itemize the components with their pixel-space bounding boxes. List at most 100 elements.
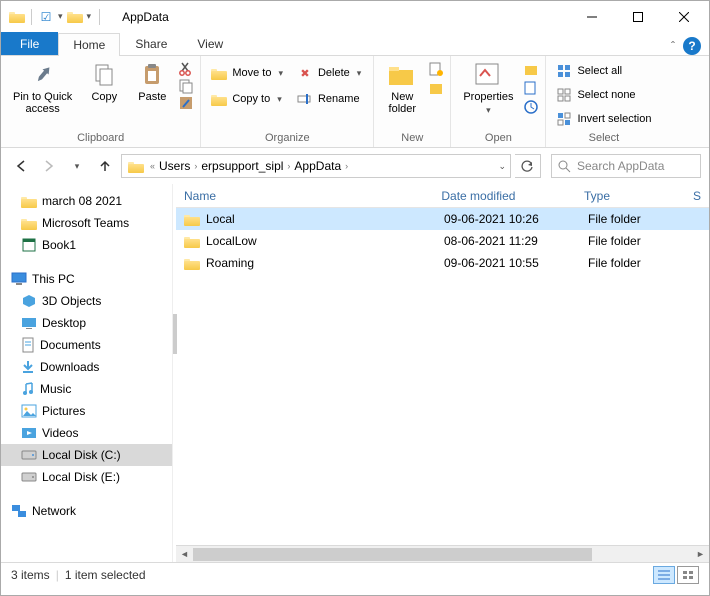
rename-icon	[297, 91, 313, 107]
qat-dropdown[interactable]: ▾	[56, 11, 65, 22]
select-all-button[interactable]: Select all	[552, 61, 655, 81]
cut-icon[interactable]	[178, 61, 194, 77]
window-title: AppData	[104, 10, 569, 24]
qat-divider-2	[99, 9, 100, 25]
pin-to-quick-access-button[interactable]: Pin to Quick access	[7, 59, 78, 125]
paste-icon	[136, 61, 168, 89]
tab-share[interactable]: Share	[120, 32, 182, 55]
table-row[interactable]: Roaming 09-06-2021 10:55 File folder	[176, 252, 709, 274]
new-folder-button[interactable]: New folder	[380, 59, 424, 125]
pin-icon	[27, 61, 59, 89]
col-type[interactable]: Type	[576, 189, 685, 203]
nav-forward-button[interactable]	[37, 154, 61, 178]
folder-icon	[184, 213, 200, 226]
group-open-label: Open	[457, 132, 539, 146]
minimize-button[interactable]	[569, 2, 615, 32]
new-folder-icon	[386, 61, 418, 89]
qat-properties-icon[interactable]: ☑	[38, 9, 54, 25]
addr-folder-icon	[128, 160, 144, 173]
copy-to-button[interactable]: Copy to▾	[207, 89, 289, 109]
view-large-icons-button[interactable]	[677, 566, 699, 584]
paste-shortcut-icon[interactable]	[178, 95, 194, 111]
copy-path-icon[interactable]	[178, 78, 194, 94]
tab-view[interactable]: View	[182, 32, 238, 55]
nav-recent-dropdown[interactable]: ▾	[65, 154, 89, 178]
scroll-right-button[interactable]: ►	[692, 546, 709, 563]
tab-file[interactable]: File	[1, 32, 58, 55]
paste-button[interactable]: Paste	[130, 59, 174, 125]
search-icon	[558, 160, 571, 173]
open-icon[interactable]	[523, 61, 539, 77]
tree-item[interactable]: Local Disk (C:)	[1, 444, 172, 466]
col-name[interactable]: Name	[176, 189, 433, 203]
maximize-button[interactable]	[615, 2, 661, 32]
copy-button[interactable]: Copy	[82, 59, 126, 125]
tree-item[interactable]: Music	[1, 378, 172, 400]
invert-selection-icon	[556, 111, 572, 127]
group-clipboard-label: Clipboard	[7, 132, 194, 146]
column-headers[interactable]: Name Date modified Type S	[176, 184, 709, 208]
copy-icon	[88, 61, 120, 89]
select-all-icon	[556, 63, 572, 79]
new-item-icon[interactable]	[428, 61, 444, 77]
copy-to-icon	[211, 91, 227, 107]
tree-item[interactable]: Downloads	[1, 356, 172, 378]
tree-item[interactable]: march 08 2021	[1, 190, 172, 212]
folder-icon	[184, 257, 200, 270]
addr-dropdown[interactable]: ⌄	[496, 161, 508, 172]
group-organize-label: Organize	[207, 132, 367, 146]
delete-icon: ✖	[297, 65, 313, 81]
tree-item[interactable]: 3D Objects	[1, 290, 172, 312]
tree-network[interactable]: Network	[1, 500, 172, 522]
delete-button[interactable]: ✖Delete▾	[293, 63, 367, 83]
tree-this-pc[interactable]: This PC	[1, 268, 172, 290]
move-to-button[interactable]: Move to▾	[207, 63, 289, 83]
tree-item[interactable]: Desktop	[1, 312, 172, 334]
history-icon[interactable]	[523, 99, 539, 115]
select-none-button[interactable]: Select none	[552, 85, 655, 105]
help-button[interactable]: ?	[683, 37, 701, 55]
easy-access-icon[interactable]	[428, 80, 444, 96]
scroll-left-button[interactable]: ◄	[176, 546, 193, 563]
search-input[interactable]: Search AppData	[551, 154, 701, 178]
app-folder-icon	[9, 10, 25, 23]
close-button[interactable]	[661, 2, 707, 32]
move-to-icon	[211, 65, 227, 81]
properties-icon	[472, 61, 504, 89]
invert-selection-button[interactable]: Invert selection	[552, 109, 655, 129]
nav-up-button[interactable]	[93, 154, 117, 178]
tree-item[interactable]: Pictures	[1, 400, 172, 422]
select-none-icon	[556, 87, 572, 103]
address-bar[interactable]: « Users› erpsupport_sipl› AppData› ⌄	[121, 154, 511, 178]
status-item-count: 3 items	[11, 568, 50, 582]
refresh-button[interactable]	[515, 154, 541, 178]
tree-item[interactable]: Book1	[1, 234, 172, 256]
properties-button[interactable]: Properties ▾	[457, 59, 519, 125]
tree-item[interactable]: Microsoft Teams	[1, 212, 172, 234]
tree-item[interactable]: Local Disk (E:)	[1, 466, 172, 488]
tree-splitter[interactable]	[172, 184, 176, 562]
rename-button[interactable]: Rename	[293, 89, 367, 109]
col-size[interactable]: S	[685, 189, 709, 203]
table-row[interactable]: Local 09-06-2021 10:26 File folder	[176, 208, 709, 230]
edit-icon[interactable]	[523, 80, 539, 96]
ribbon-collapse-icon[interactable]: ˆ	[671, 39, 675, 53]
addr-overflow[interactable]: «	[148, 161, 157, 171]
qat-folder-icon	[67, 10, 83, 23]
nav-back-button[interactable]	[9, 154, 33, 178]
tab-home[interactable]: Home	[58, 33, 120, 56]
qat-dropdown-2[interactable]: ▾	[85, 11, 94, 22]
file-list[interactable]: Local 09-06-2021 10:26 File folder Local…	[176, 208, 709, 545]
col-date[interactable]: Date modified	[433, 189, 576, 203]
folder-icon	[184, 235, 200, 248]
view-details-button[interactable]	[653, 566, 675, 584]
scroll-thumb[interactable]	[193, 548, 592, 561]
tree-item[interactable]: Videos	[1, 422, 172, 444]
qat-divider	[31, 9, 32, 25]
status-selection: 1 item selected	[65, 568, 146, 582]
navigation-tree[interactable]: march 08 2021Microsoft TeamsBook1 This P…	[1, 184, 172, 562]
horizontal-scrollbar[interactable]: ◄ ►	[176, 545, 709, 562]
table-row[interactable]: LocalLow 08-06-2021 11:29 File folder	[176, 230, 709, 252]
tree-item[interactable]: Documents	[1, 334, 172, 356]
group-select-label: Select	[552, 132, 655, 146]
